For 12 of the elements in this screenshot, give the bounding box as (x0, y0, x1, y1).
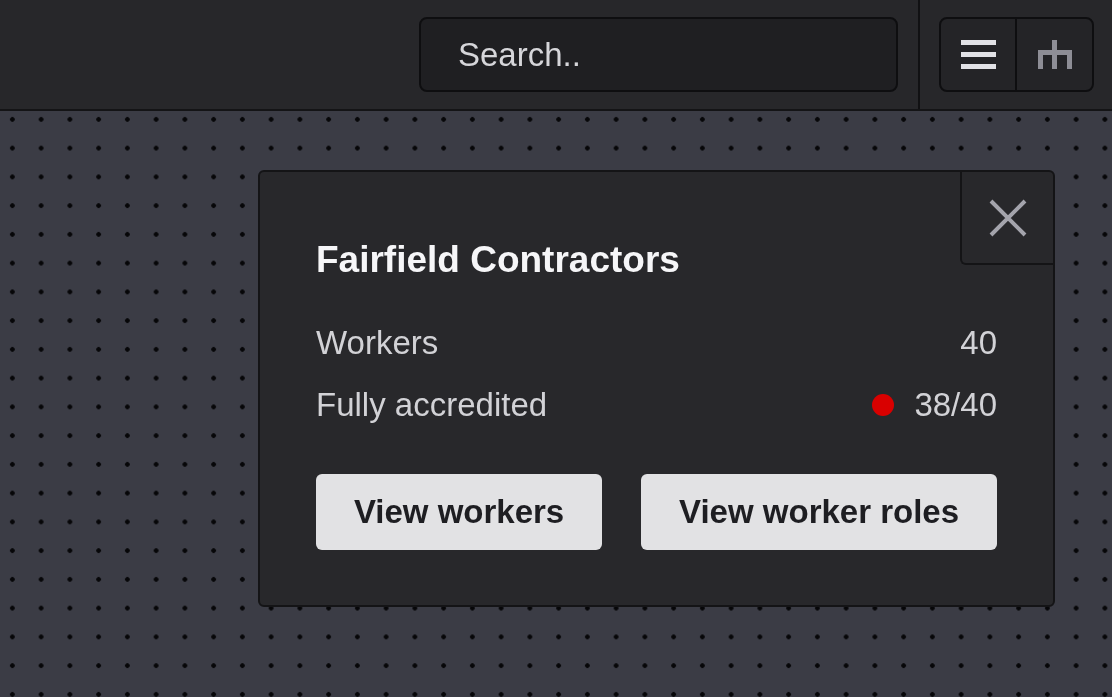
row-label: Fully accredited (316, 385, 548, 425)
action-button[interactable]: View worker roles (641, 474, 997, 550)
close-button[interactable] (960, 172, 1053, 265)
search-field[interactable]: Search.. (419, 17, 898, 92)
popup-title: Fairfield Contractors (316, 238, 680, 282)
row-label: Workers (316, 323, 439, 363)
row-value: 40 (960, 323, 997, 363)
row-value: 38/40 (914, 385, 997, 425)
menu-icon (960, 40, 996, 69)
close-icon (988, 198, 1027, 237)
action-button[interactable]: View workers (316, 474, 603, 550)
hierarchy-icon (1037, 40, 1072, 69)
